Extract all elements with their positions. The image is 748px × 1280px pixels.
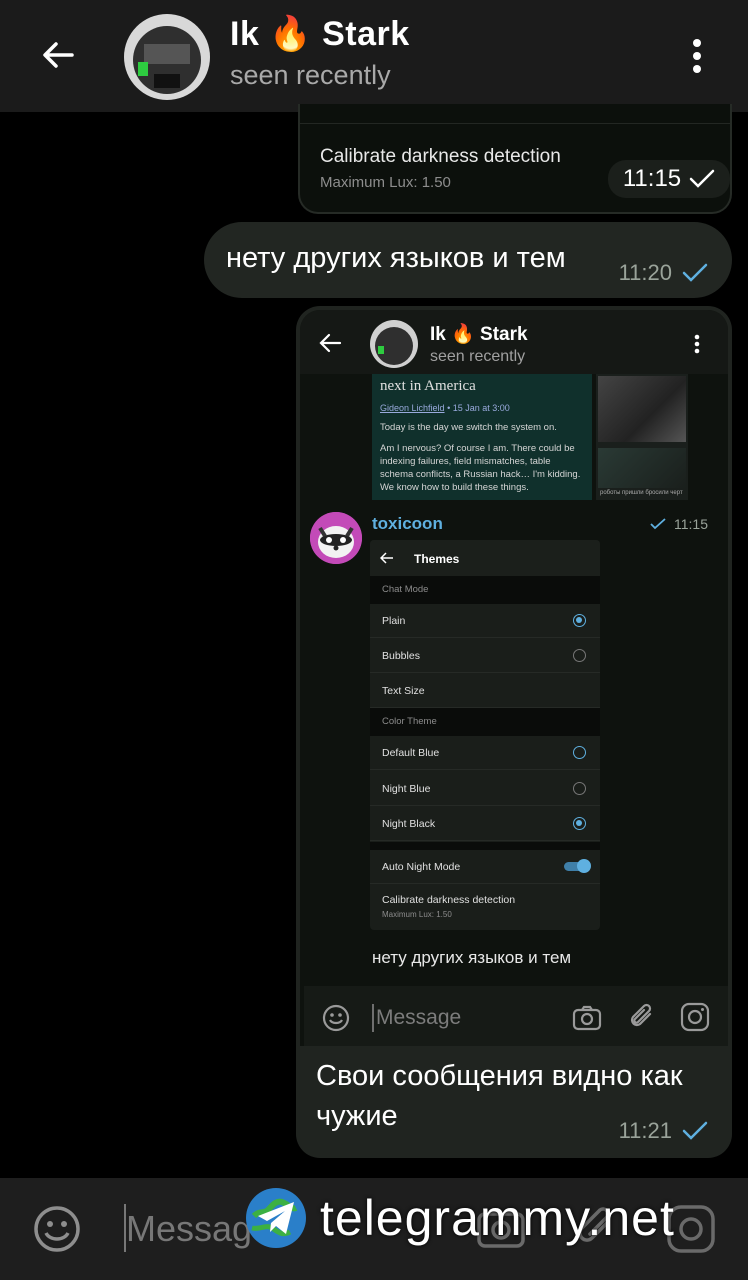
text-caret [372,1004,374,1032]
emoji-icon [322,1004,350,1032]
themes-header: Themes [370,540,600,576]
message-meta: 11:20 [619,260,708,286]
article-p1: Today is the day we switch the system on… [380,422,557,433]
arrow-left-icon [380,552,393,564]
thumbnail-image [598,448,686,488]
message-meta: 11:21 [619,1118,708,1144]
section-gap [370,842,600,850]
screenshot-status: seen recently [430,348,526,365]
avatar [370,320,418,368]
option-label: Auto Night Mode [382,861,461,873]
camera-icon [572,1005,602,1031]
time-label: 11:15 [674,516,708,532]
setting-title: Calibrate darkness detection [320,146,561,167]
themes-settings-screenshot: Themes Chat Mode Plain Bubbles Text Size… [370,540,600,930]
check-icon [682,1121,708,1140]
option-label: Text Size [382,685,425,697]
article-author: Gideon Lichfield [380,403,445,413]
article-meta: Gideon Lichfield • 15 Jan at 3:00 [380,403,584,413]
embedded-screenshot[interactable]: Ik 🔥 Stark seen recently next in America… [300,310,728,1046]
section-header: Chat Mode [370,576,600,604]
message-text: нету других языков и тем [226,242,566,274]
watermark: telegrammy.net [244,1186,734,1250]
divider [300,104,730,124]
more-button[interactable] [680,32,714,80]
time-label: 11:20 [618,260,672,285]
section-label: Chat Mode [382,584,429,595]
setting-subtitle: Maximum Lux: 1.50 [320,174,451,191]
radio-unselected [573,782,586,795]
instagram-icon [680,1002,710,1032]
option-label: Night Black [382,818,436,830]
sender-name: toxicoon [372,514,443,533]
check-icon [689,169,715,188]
screenshot-input-bar: Message [304,986,728,1046]
radio-selected [573,614,586,627]
watermark-text: telegrammy.net [320,1190,675,1246]
option-row: Night Blue [370,772,600,806]
raccoon-avatar [310,512,362,564]
back-button[interactable] [28,30,88,80]
option-row: Text Size [370,674,600,708]
option-row: Calibrate darkness detection Maximum Lux:… [370,884,600,930]
option-label: Plain [382,615,406,627]
arrow-left-icon [319,333,342,353]
article-p2: Am I nervous? Of course I am. There coul… [380,443,581,493]
option-row: Default Blue [370,736,600,770]
check-icon [682,263,708,282]
article-preview: next in America Gideon Lichfield • 15 Ja… [372,374,592,500]
option-row: Plain [370,604,600,638]
thumbnail-caption: роботы пришли бросили черт [600,490,683,496]
screenshot-header: Ik 🔥 Stark seen recently [300,310,728,374]
option-row: Auto Night Mode [370,850,600,884]
paperclip-icon [630,1003,652,1027]
section-label: Color Theme [382,716,437,727]
more-vertical-icon [694,334,700,354]
radio-unselected [573,649,586,662]
option-row: Night Black [370,807,600,841]
article-date: • 15 Jan at 3:00 [447,403,510,413]
check-icon [650,518,666,530]
section-header: Color Theme [370,708,600,736]
message-bubble-photo[interactable]: Ik 🔥 Stark seen recently next in America… [296,306,732,1158]
input-placeholder: Message [376,1006,462,1029]
time-label: 11:15 [622,165,682,192]
telegram-globe-logo [246,1188,306,1248]
more-vertical-icon [693,39,701,73]
article-title: next in America [380,378,476,394]
emoji-icon[interactable] [32,1204,82,1254]
toggle-switch [564,859,591,873]
thumbnail-strip: роботы пришли бросили черт [596,374,688,500]
chat-title[interactable]: Ik 🔥 Stark [230,14,410,54]
message-meta: 11:15 [650,516,708,532]
option-label: Default Blue [382,747,440,759]
avatar[interactable] [124,14,210,100]
message-time: 11:15 [608,160,730,198]
chat-header: Ik 🔥 Stark seen recently [0,0,748,112]
message-bubble[interactable]: нету других языков и тем 11:20 [204,222,732,298]
screenshot-title: Ik 🔥 Stark [430,324,528,345]
chat-status: seen recently [230,60,391,90]
option-row: Bubbles [370,639,600,673]
screenshot-message: нету других языков и тем [372,948,572,967]
option-sublabel: Maximum Lux: 1.50 [382,910,452,919]
arrow-left-icon [43,42,74,68]
themes-title: Themes [414,552,460,566]
radio-selected [573,817,586,830]
option-label: Night Blue [382,783,431,795]
option-label: Bubbles [382,650,420,662]
thumbnail-image [598,376,686,442]
radio-unselected [573,746,586,759]
option-label: Calibrate darkness detection [382,894,516,906]
time-label: 11:21 [618,1118,672,1143]
